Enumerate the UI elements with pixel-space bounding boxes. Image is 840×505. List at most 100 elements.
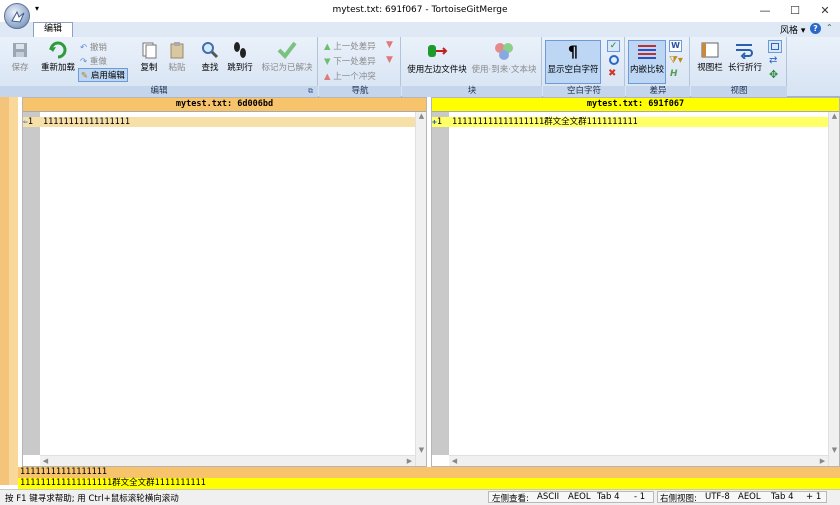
enable-edit-button[interactable]: ✎ 启用编辑 — [78, 68, 128, 82]
inline-diff-button[interactable]: 内嵌比较 — [628, 40, 666, 84]
dialog-launcher-icon[interactable]: ⧉ — [308, 87, 313, 96]
maximize-button[interactable]: ☐ — [780, 2, 810, 20]
line-diff-bar: 11111111111111111 111111111111111111群文全文… — [18, 467, 840, 489]
scroll-up-icon[interactable]: ▲ — [829, 112, 840, 120]
inline-diff-icon — [638, 45, 656, 59]
right-line-number: 1 — [436, 117, 442, 127]
line-diff-right: 111111111111111111群文全文群1111111111 — [18, 478, 840, 489]
right-line-1[interactable]: ✚1 111111111111111111群文全文群1111111111 — [432, 117, 829, 127]
goto-line-button[interactable]: 跳到行 — [225, 41, 255, 73]
layout-toggle-icon[interactable] — [768, 40, 782, 53]
ribbon-minimize-icon[interactable]: ⌃ — [826, 23, 833, 32]
left-delta: - 1 — [634, 492, 646, 502]
group-label-view: 视图 — [691, 86, 787, 97]
right-delta: + 1 — [806, 492, 822, 502]
left-eol[interactable]: AEOL — [568, 492, 591, 502]
minimize-button[interactable]: — — [750, 2, 780, 20]
right-line-text: 111111111111111111群文全文群1111111111 — [452, 117, 638, 127]
use-left-block-label: 使用左边文件块 — [407, 65, 467, 75]
right-horizontal-scrollbar[interactable]: ◀ ▶ — [449, 455, 828, 466]
view-bar-label: 视图栏 — [697, 63, 723, 73]
view-bar-button[interactable]: 视图栏 — [694, 41, 726, 73]
ignore-case-icon[interactable]: H — [670, 69, 678, 79]
reload-label: 重新加载 — [40, 63, 75, 73]
ws-check-icon[interactable]: ✓ — [607, 40, 620, 52]
show-whitespace-button[interactable]: ¶ 显示空白字符 — [545, 40, 601, 84]
app-menu-button[interactable] — [4, 3, 30, 29]
wrap-lines-icon — [736, 44, 753, 59]
paste-button[interactable]: 粘贴 — [165, 41, 189, 73]
copy-icon — [142, 42, 157, 59]
view-bar-icon — [701, 42, 719, 58]
collapse-icon[interactable]: ✥ — [769, 68, 778, 81]
redo-icon: ↷ — [80, 57, 88, 67]
left-encoding[interactable]: ASCII — [537, 492, 559, 502]
left-line-number: 1 — [27, 117, 33, 127]
use-right-block-icon — [495, 43, 513, 60]
group-label-edit: 编辑 — [0, 86, 318, 97]
wrap-lines-label: 长行折行 — [727, 63, 762, 73]
tab-edit[interactable]: 编辑 — [33, 22, 73, 37]
close-button[interactable]: ✕ — [810, 2, 840, 20]
swap-icon[interactable]: ⇄ — [769, 55, 777, 66]
redo-button[interactable]: ↷ 重做 — [80, 55, 107, 67]
left-gutter — [23, 112, 40, 455]
group-label-block: 块 — [402, 86, 542, 97]
scroll-right-icon[interactable]: ▶ — [817, 457, 828, 465]
left-view-label: 左侧查看: — [492, 494, 529, 504]
undo-label: 撤销 — [89, 43, 107, 53]
copy-button[interactable]: 复制 — [137, 41, 161, 73]
save-button[interactable]: 保存 — [6, 41, 34, 73]
scroll-down-icon[interactable]: ▼ — [416, 446, 427, 454]
paste-icon — [170, 42, 184, 59]
filter-icon[interactable]: ⧩▾ — [669, 55, 683, 66]
next-conflict-icon[interactable]: ▼ — [386, 40, 393, 50]
save-icon — [13, 43, 27, 57]
undo-button[interactable]: ↶ 撤销 — [80, 41, 107, 53]
next-diff-button[interactable]: ▼ 下一处差异 — [324, 55, 376, 67]
ws-x-icon[interactable]: ✖ — [608, 68, 616, 79]
enable-edit-label: 启用编辑 — [90, 71, 125, 81]
wrap-lines-button[interactable]: 长行折行 — [727, 41, 763, 73]
status-help-text: 按 F1 键寻求帮助; 用 Ctrl+鼠标滚轮横向滚动 — [5, 494, 179, 504]
mark-resolved-button[interactable]: 标记为已解决 — [259, 41, 315, 73]
left-pane[interactable]: mytest.txt: 6d006bd ⇐1 11111111111111111… — [22, 97, 427, 467]
right-vertical-scrollbar[interactable]: ▲ ▼ — [828, 112, 839, 466]
word-diff-icon[interactable]: W — [669, 40, 682, 52]
style-menu[interactable]: 风格 ▾ — [780, 23, 805, 36]
paste-label: 粘贴 — [168, 63, 186, 73]
right-eol[interactable]: AEOL — [738, 492, 761, 502]
reload-button[interactable]: 重新加载 — [38, 41, 78, 73]
last-conflict-icon[interactable]: ▼ — [386, 55, 393, 65]
left-tab[interactable]: Tab 4 — [597, 492, 620, 502]
inline-diff-label: 内嵌比较 — [629, 65, 664, 75]
ws-circle-icon[interactable] — [609, 55, 619, 65]
prev-diff-button[interactable]: ▲ 上一处差异 — [324, 40, 376, 52]
help-icon[interactable]: ? — [810, 23, 821, 34]
arrow-up-icon: ▲ — [324, 42, 331, 52]
scroll-left-icon[interactable]: ◀ — [449, 457, 460, 465]
show-whitespace-label: 显示空白字符 — [547, 65, 599, 75]
window-title: mytest.txt: 691f067 - TortoiseGitMerge — [332, 5, 508, 15]
redo-label: 重做 — [89, 57, 107, 67]
use-left-block-icon — [428, 45, 448, 57]
scroll-left-icon[interactable]: ◀ — [40, 457, 51, 465]
left-vertical-scrollbar[interactable]: ▲ ▼ — [415, 112, 426, 466]
use-left-block-button[interactable]: 使用左边文件块 — [405, 41, 469, 75]
arrow-up-red-icon: ▲ — [324, 72, 331, 82]
ribbon-tab-row — [0, 22, 840, 37]
location-bar-inner — [9, 97, 18, 485]
goto-line-label: 跳到行 — [227, 63, 253, 73]
scroll-up-icon[interactable]: ▲ — [416, 112, 427, 120]
prev-conflict-button[interactable]: ▲ 上一个冲突 — [324, 70, 376, 82]
right-encoding[interactable]: UTF-8 — [705, 492, 730, 502]
right-pane[interactable]: mytest.txt: 691f067 ✚1 11111111111111111… — [431, 97, 840, 467]
use-to-text-block-button[interactable]: 使用·到来·文本块 — [470, 41, 538, 75]
find-button[interactable]: 查找 — [198, 41, 222, 73]
prev-diff-label: 上一处差异 — [333, 42, 376, 52]
right-tab[interactable]: Tab 4 — [771, 492, 794, 502]
left-line-1[interactable]: ⇐1 11111111111111111 — [23, 117, 416, 127]
scroll-down-icon[interactable]: ▼ — [829, 446, 840, 454]
scroll-right-icon[interactable]: ▶ — [404, 457, 415, 465]
left-horizontal-scrollbar[interactable]: ◀ ▶ — [40, 455, 415, 466]
